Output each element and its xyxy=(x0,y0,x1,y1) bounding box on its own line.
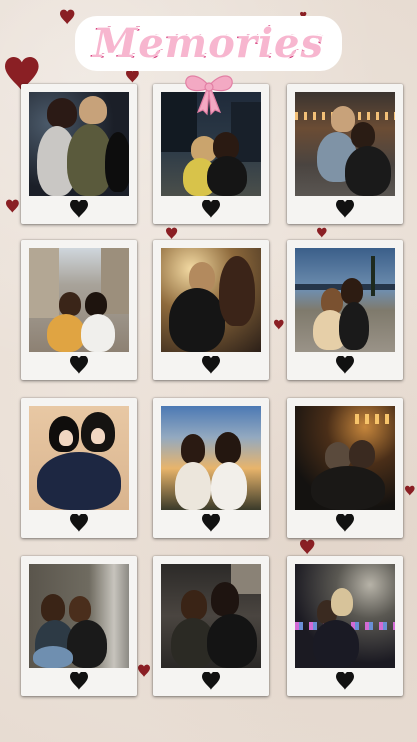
heart-icon[interactable] xyxy=(201,200,221,218)
polaroid-card[interactable] xyxy=(21,84,137,224)
heart-icon[interactable] xyxy=(335,356,355,374)
photo xyxy=(29,92,129,196)
heart-icon[interactable] xyxy=(335,672,355,690)
polaroid-card[interactable] xyxy=(21,398,137,538)
polaroid-card[interactable] xyxy=(287,84,403,224)
heart-icon[interactable] xyxy=(201,356,221,374)
photo xyxy=(161,564,261,668)
polaroid-card[interactable] xyxy=(153,398,269,538)
polaroid-card[interactable] xyxy=(21,556,137,696)
photo xyxy=(161,406,261,510)
heart-icon[interactable] xyxy=(201,672,221,690)
heart-icon[interactable] xyxy=(69,672,89,690)
photo xyxy=(29,406,129,510)
heart-icon[interactable] xyxy=(335,514,355,532)
heart-icon[interactable] xyxy=(69,356,89,374)
polaroid-card[interactable] xyxy=(153,556,269,696)
bow-icon xyxy=(185,75,233,116)
heart-icon[interactable] xyxy=(335,200,355,218)
photo xyxy=(295,406,395,510)
photo xyxy=(29,248,129,352)
photo xyxy=(29,564,129,668)
photo xyxy=(161,248,261,352)
heart-icon[interactable] xyxy=(201,514,221,532)
photo xyxy=(295,248,395,352)
polaroid-card[interactable] xyxy=(287,556,403,696)
photo xyxy=(295,564,395,668)
polaroid-card[interactable] xyxy=(287,398,403,538)
polaroid-card[interactable] xyxy=(153,240,269,380)
polaroid-card[interactable] xyxy=(21,240,137,380)
heart-icon[interactable] xyxy=(69,514,89,532)
photo xyxy=(295,92,395,196)
heart-icon[interactable] xyxy=(69,200,89,218)
polaroid-card[interactable] xyxy=(287,240,403,380)
